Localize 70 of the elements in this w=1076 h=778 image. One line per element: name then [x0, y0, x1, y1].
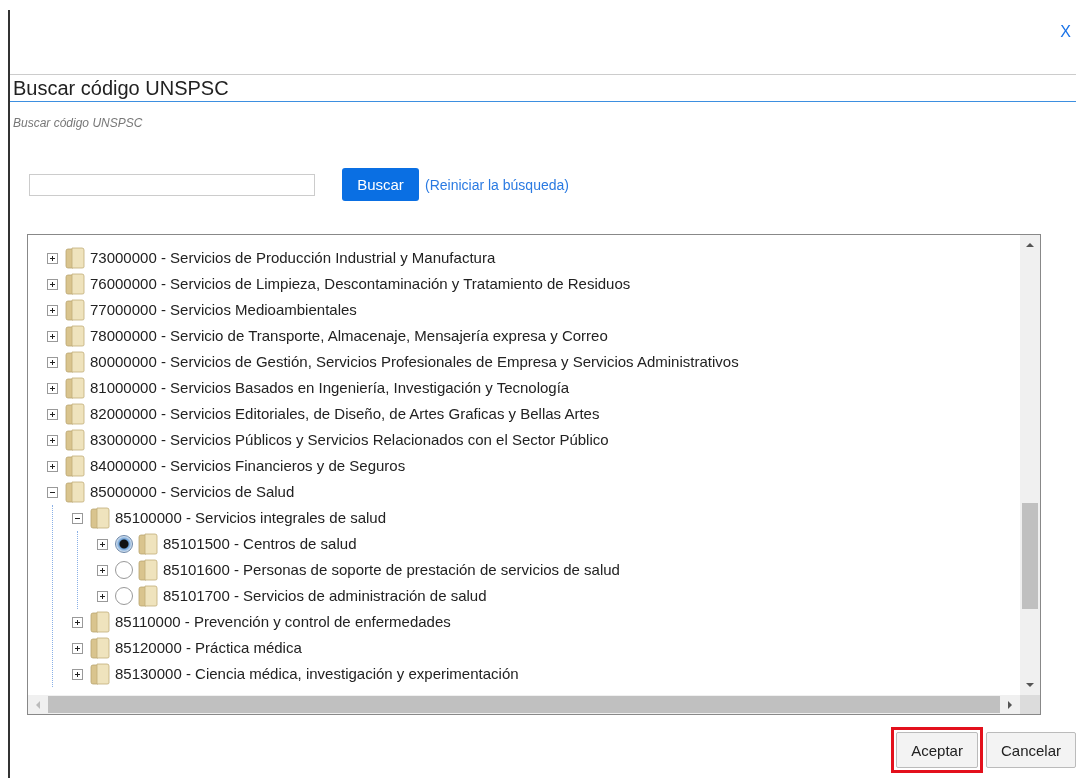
expand-icon[interactable] — [47, 304, 58, 316]
tree-item[interactable]: 84000000 - Servicios Financieros y de Seguros — [90, 457, 406, 475]
expand-icon[interactable] — [47, 252, 58, 264]
scroll-down-icon[interactable] — [1025, 681, 1035, 689]
tree-item[interactable]: 78000000 - Servicio de Transporte, Almacenaje, Mensajería expresa y Correo — [90, 327, 608, 345]
expand-icon[interactable] — [72, 668, 83, 680]
scroll-right-icon[interactable] — [1006, 699, 1014, 710]
folder-icon — [90, 507, 110, 529]
search-field[interactable] — [29, 173, 315, 196]
expand-icon[interactable] — [47, 434, 58, 446]
expand-icon[interactable] — [97, 590, 108, 602]
expand-icon[interactable] — [72, 642, 83, 654]
folder-icon — [65, 299, 85, 321]
expand-icon[interactable] — [47, 330, 58, 342]
tree-item[interactable]: 85101600 - Personas de soporte de prestación de servicios de salud — [163, 561, 620, 579]
tree-item[interactable]: 82000000 - Servicios Editoriales, de Diseño, de Artes Graficas y Bellas Artes — [90, 405, 600, 423]
folder-icon — [65, 247, 85, 269]
reset-search-link[interactable]: (Reiniciar la búsqueda) — [425, 176, 569, 193]
expand-icon[interactable] — [97, 538, 108, 550]
tree-item[interactable]: 73000000 - Servicios de Producción Industrial y Manufactura — [90, 249, 496, 267]
collapse-icon[interactable] — [72, 512, 83, 524]
folder-icon — [65, 403, 85, 425]
search-button[interactable]: Buscar — [342, 168, 419, 201]
folder-icon — [138, 559, 158, 581]
expand-icon[interactable] — [47, 382, 58, 394]
dialog-button[interactable]: Cancelar — [985, 732, 1076, 768]
expand-icon[interactable] — [72, 616, 83, 628]
expand-icon[interactable] — [47, 460, 58, 472]
tree-item[interactable]: 85110000 - Prevención y control de enfermedades — [115, 613, 451, 631]
tree-item[interactable]: 80000000 - Servicios de Gestión, Servicios Profesionales de Empresa y Servicios Administrativos — [90, 353, 739, 371]
tree-item[interactable]: 85120000 - Práctica médica — [115, 639, 302, 657]
dialog-button[interactable]: Aceptar — [896, 732, 978, 768]
folder-icon — [65, 455, 85, 477]
dialog-subtitle: Buscar código UNSPSC — [12, 116, 144, 130]
expand-icon[interactable] — [47, 356, 58, 368]
collapse-icon[interactable] — [47, 486, 58, 498]
tree-item[interactable]: 85100000 - Servicios integrales de salud — [115, 509, 386, 527]
tree-item[interactable]: 85000000 - Servicios de Salud — [90, 483, 295, 501]
folder-icon — [65, 377, 85, 399]
folder-icon — [65, 273, 85, 295]
folder-icon — [65, 429, 85, 451]
expand-icon[interactable] — [47, 278, 58, 290]
folder-icon — [138, 533, 158, 555]
close-button[interactable]: X — [1057, 20, 1074, 44]
radio-button[interactable] — [115, 561, 133, 579]
scroll-up-icon[interactable] — [1025, 241, 1035, 249]
tree-item[interactable]: 85101700 - Servicios de administración de salud — [163, 587, 487, 605]
folder-icon — [65, 325, 85, 347]
folder-icon — [90, 663, 110, 685]
tree-item[interactable]: 76000000 - Servicios de Limpieza, Descontaminación y Tratamiento de Residuos — [90, 275, 631, 293]
scrollbar-thumb[interactable] — [1022, 503, 1038, 609]
tree-item[interactable]: 77000000 - Servicios Medioambientales — [90, 301, 357, 319]
radio-button[interactable] — [115, 535, 133, 553]
vertical-scrollbar[interactable] — [1020, 235, 1040, 695]
expand-icon[interactable] — [47, 408, 58, 420]
folder-icon — [138, 585, 158, 607]
scrollbar-thumb[interactable] — [48, 696, 1000, 713]
tree-item[interactable]: 83000000 - Servicios Públicos y Servicios Relacionados con el Sector Público — [90, 431, 609, 449]
scrollbar-corner — [1020, 695, 1040, 714]
expand-icon[interactable] — [97, 564, 108, 576]
tree-item[interactable]: 81000000 - Servicios Basados en Ingeniería, Investigación y Tecnología — [90, 379, 570, 397]
tree-item[interactable]: 85101500 - Centros de salud — [163, 535, 357, 553]
folder-icon — [90, 611, 110, 633]
folder-icon — [65, 351, 85, 373]
radio-button[interactable] — [115, 587, 133, 605]
horizontal-scrollbar[interactable] — [28, 695, 1040, 714]
folder-icon — [65, 481, 85, 503]
dialog-title: Buscar código UNSPSC — [10, 74, 1076, 102]
tree-item[interactable]: 85130000 - Ciencia médica, investigación y experimentación — [115, 665, 519, 683]
folder-icon — [90, 637, 110, 659]
